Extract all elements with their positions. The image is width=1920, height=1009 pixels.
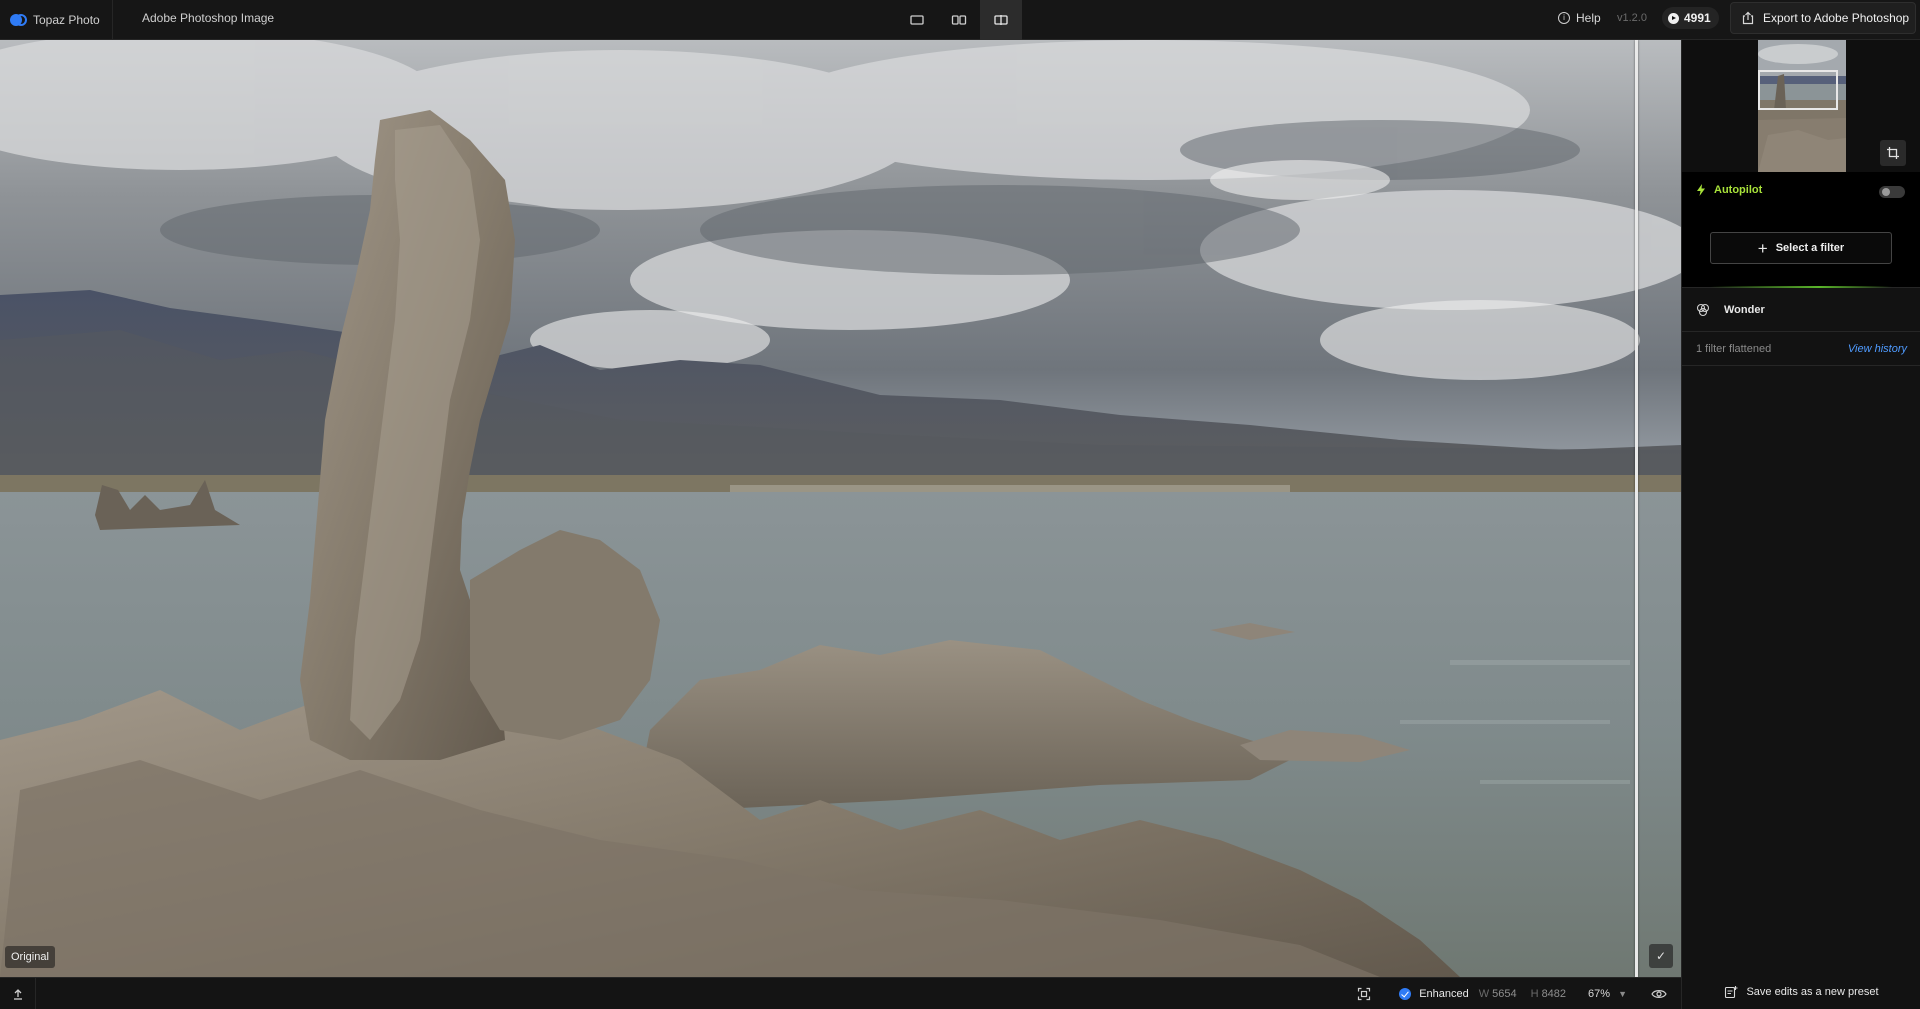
autopilot-section: Autopilot + Select a filter bbox=[1682, 172, 1920, 288]
flattened-text: 1 filter flattened bbox=[1696, 342, 1772, 355]
autopilot-row: Autopilot bbox=[1696, 184, 1762, 196]
thumbnail-navigator[interactable] bbox=[1682, 40, 1920, 172]
split-view-button[interactable] bbox=[980, 0, 1022, 40]
upload-icon bbox=[13, 989, 22, 1000]
zoom-value[interactable]: 67% bbox=[1588, 988, 1610, 1000]
help-button[interactable]: i Help bbox=[1558, 0, 1601, 36]
filter-row-wonder[interactable]: Wonder bbox=[1682, 288, 1920, 332]
topaz-photo-app: Topaz Photo Adobe Photoshop Image i Help… bbox=[0, 0, 1920, 1009]
single-view-button[interactable] bbox=[896, 0, 938, 40]
version-label: v1.2.0 bbox=[1617, 12, 1647, 24]
autopilot-toggle[interactable] bbox=[1879, 186, 1905, 198]
credits-badge[interactable]: 4991 bbox=[1662, 7, 1719, 29]
width-key: W bbox=[1478, 988, 1490, 1000]
topaz-logo-icon bbox=[10, 14, 27, 26]
side-by-side-icon bbox=[951, 15, 967, 25]
history-row: 1 filter flattened View history bbox=[1682, 332, 1920, 366]
wonder-filter-icon bbox=[1696, 303, 1710, 316]
original-label: Original bbox=[5, 946, 55, 968]
credits-count: 4991 bbox=[1684, 11, 1711, 25]
split-divider[interactable] bbox=[1635, 40, 1638, 977]
bottom-status: Enhanced W 5654 H 8482 67% ▼ bbox=[1357, 978, 1667, 1009]
height-key: H bbox=[1530, 988, 1539, 1000]
view-mode-group bbox=[896, 0, 1022, 40]
crop-button[interactable] bbox=[1880, 140, 1906, 166]
side-by-side-view-button[interactable] bbox=[938, 0, 980, 40]
info-icon: i bbox=[1558, 12, 1570, 24]
split-view-icon bbox=[994, 15, 1008, 25]
chevron-down-icon[interactable]: ▼ bbox=[1618, 989, 1627, 999]
eye-icon[interactable] bbox=[1651, 988, 1667, 1000]
save-preset-label: Save edits as a new preset bbox=[1746, 986, 1879, 998]
save-preset-button[interactable]: Save edits as a new preset bbox=[1682, 976, 1920, 1008]
export-button[interactable]: Export to Adobe Photoshop bbox=[1730, 2, 1916, 34]
single-view-icon bbox=[910, 15, 924, 25]
compare-check-button[interactable]: ✓ bbox=[1649, 944, 1673, 968]
height-value: 8482 bbox=[1541, 988, 1567, 1000]
width-value: 5654 bbox=[1492, 988, 1517, 1000]
brand-divider bbox=[112, 0, 113, 40]
brand-name: Topaz Photo bbox=[33, 13, 100, 27]
enhanced-check-icon bbox=[1399, 988, 1412, 1000]
brand: Topaz Photo bbox=[10, 0, 100, 40]
side-panel: Autopilot + Select a filter Wonder 1 fil… bbox=[1681, 40, 1920, 1009]
select-filter-button[interactable]: + Select a filter bbox=[1710, 232, 1892, 264]
autopilot-label: Autopilot bbox=[1714, 184, 1763, 196]
select-filter-label: Select a filter bbox=[1775, 242, 1845, 254]
landscape-photo bbox=[0, 40, 1681, 977]
enhanced-label: Enhanced bbox=[1419, 988, 1469, 1000]
credits-icon bbox=[1668, 12, 1679, 24]
crop-icon bbox=[1887, 147, 1899, 159]
view-history-link[interactable]: View history bbox=[1848, 343, 1907, 355]
filter-name: Wonder bbox=[1724, 303, 1765, 316]
upload-button[interactable] bbox=[0, 978, 36, 1009]
thumbnail-viewport-frame[interactable] bbox=[1758, 70, 1838, 110]
export-label: Export to Adobe Photoshop bbox=[1763, 11, 1910, 25]
checkmark-icon: ✓ bbox=[1655, 949, 1667, 963]
document-title: Adobe Photoshop Image bbox=[142, 11, 275, 25]
lightning-icon bbox=[1697, 184, 1705, 196]
save-preset-icon bbox=[1725, 986, 1738, 999]
top-bar: Topaz Photo Adobe Photoshop Image i Help… bbox=[0, 0, 1920, 40]
plus-icon: + bbox=[1757, 238, 1768, 258]
bottom-bar: Enhanced W 5654 H 8482 67% ▼ bbox=[0, 977, 1681, 1009]
export-icon bbox=[1742, 11, 1754, 25]
image-canvas[interactable]: Original ✓ bbox=[0, 40, 1681, 977]
fit-screen-icon[interactable] bbox=[1357, 987, 1371, 1001]
help-label: Help bbox=[1576, 11, 1601, 25]
